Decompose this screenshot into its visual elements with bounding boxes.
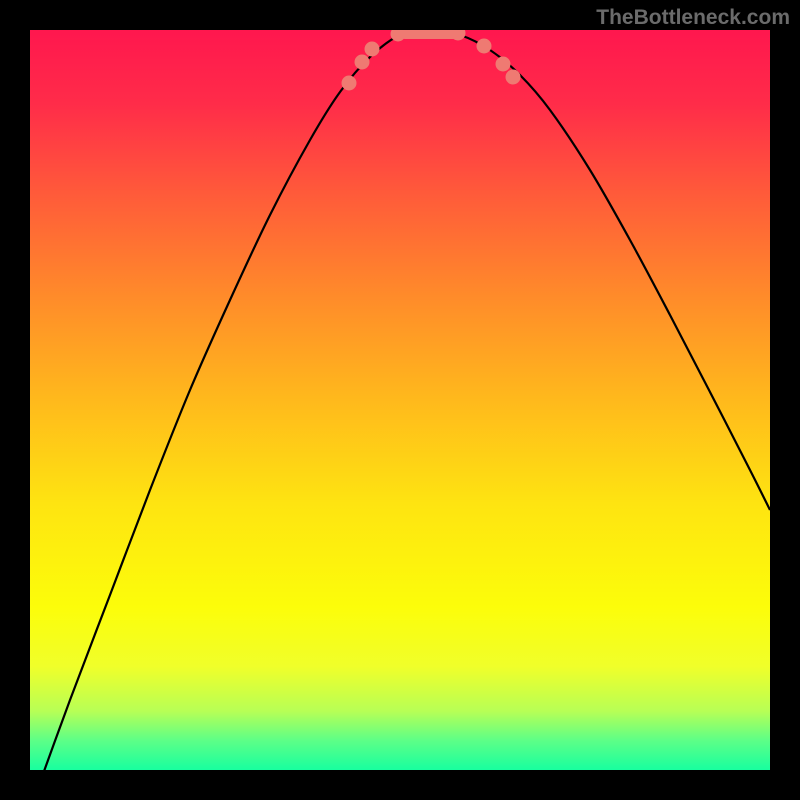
bottleneck-curve — [30, 30, 770, 770]
plot-area — [30, 30, 770, 770]
curve-marker — [477, 39, 492, 54]
curve-marker — [365, 42, 380, 57]
curve-marker — [342, 76, 357, 91]
curve-marker — [355, 55, 370, 70]
curve-marker — [496, 57, 511, 72]
chart-frame: TheBottleneck.com — [0, 0, 800, 800]
watermark-text: TheBottleneck.com — [596, 6, 790, 30]
chart-svg — [30, 30, 770, 770]
curve-markers — [342, 30, 521, 91]
curve-marker — [506, 70, 521, 85]
